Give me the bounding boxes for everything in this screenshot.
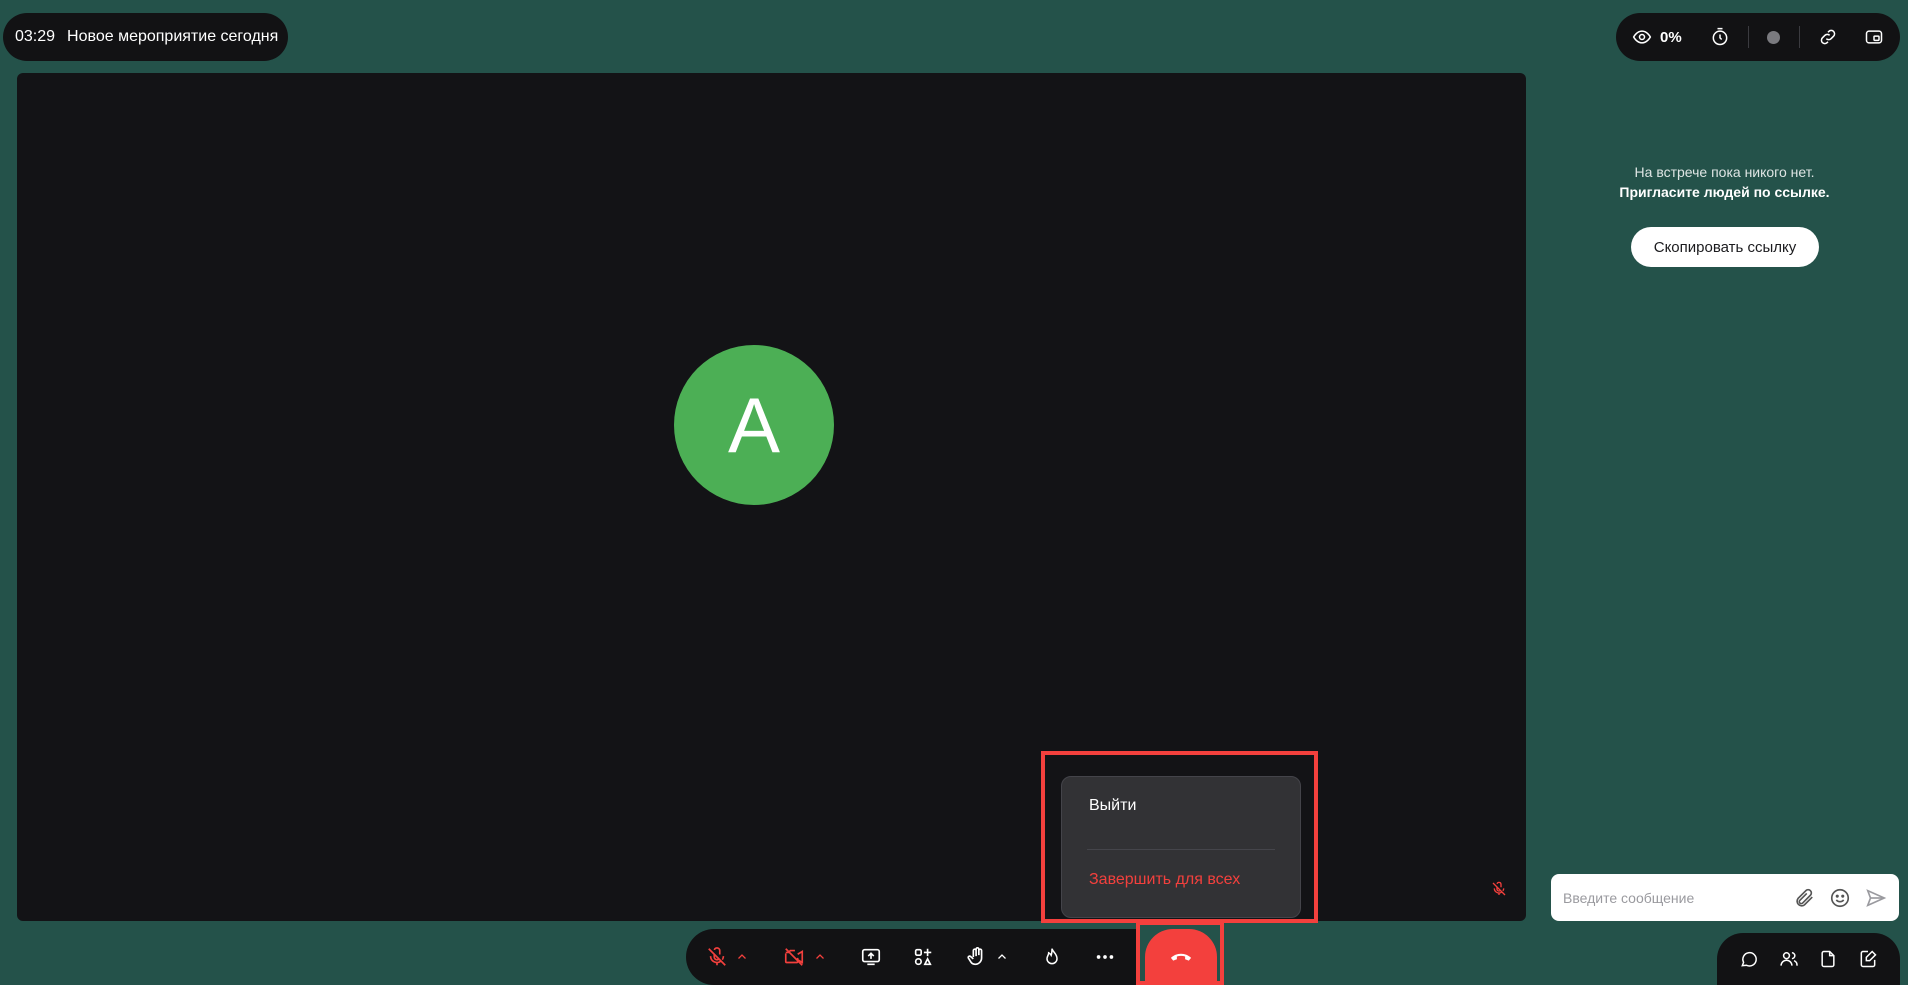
meeting-info-pill: 03:29 Новое мероприятие сегодня [3, 13, 288, 61]
participant-avatar: A [674, 345, 834, 505]
chevron-up-icon[interactable] [996, 951, 1008, 963]
camera-off-icon [782, 946, 806, 968]
more-button[interactable] [1094, 929, 1116, 985]
files-icon[interactable] [1818, 949, 1838, 969]
eye-icon[interactable] [1632, 26, 1652, 48]
chat-message-input[interactable] [1563, 889, 1779, 906]
raise-hand-icon [966, 946, 988, 968]
record-icon[interactable] [1766, 26, 1781, 48]
toolbar-divider [1799, 26, 1800, 48]
timer-icon[interactable] [1710, 26, 1730, 48]
leave-menu-exit[interactable]: Выйти [1089, 797, 1136, 815]
mic-toggle-button[interactable] [706, 929, 748, 985]
chat-input-box [1551, 874, 1899, 921]
raise-hand-button[interactable] [966, 929, 1008, 985]
send-icon[interactable] [1865, 887, 1887, 909]
elapsed-time: 03:29 [15, 28, 56, 45]
meeting-title[interactable]: Новое мероприятие сегодня [67, 28, 278, 46]
menu-divider [1087, 849, 1275, 850]
picture-in-picture-icon[interactable] [1864, 26, 1884, 48]
screen-share-icon [860, 946, 882, 968]
participants-icon[interactable] [1779, 949, 1799, 969]
side-panel-empty-state: На встрече пока никого нет. Пригласите л… [1552, 162, 1897, 202]
link-icon[interactable] [1818, 26, 1838, 48]
hangup-button[interactable] [1145, 929, 1217, 985]
screen-share-button[interactable] [860, 929, 882, 985]
notes-icon[interactable] [1858, 949, 1878, 969]
more-icon [1094, 946, 1116, 968]
avatar-letter: A [727, 380, 781, 469]
reactions-button[interactable] [1042, 929, 1062, 985]
hangup-icon [1170, 950, 1192, 964]
chat-icon[interactable] [1739, 949, 1759, 969]
emoji-icon[interactable] [1829, 887, 1851, 909]
leave-menu-end-for-all[interactable]: Завершить для всех [1089, 871, 1240, 889]
leave-menu: Выйти Завершить для всех [1061, 776, 1301, 918]
copy-link-button[interactable]: Скопировать ссылку [1631, 227, 1819, 267]
empty-state-line1: На встрече пока никого нет. [1634, 164, 1815, 180]
apps-icon [912, 946, 934, 968]
call-controls-bar [686, 929, 1136, 985]
top-right-toolbar: 0% [1616, 13, 1900, 61]
camera-toggle-button[interactable] [782, 929, 826, 985]
reactions-icon [1042, 946, 1062, 968]
panel-toggles [1717, 933, 1900, 985]
apps-button[interactable] [912, 929, 934, 985]
toolbar-divider [1747, 26, 1749, 48]
empty-state-line2: Пригласите людей по ссылке. [1619, 184, 1830, 200]
mic-off-icon [706, 946, 728, 968]
chevron-up-icon[interactable] [814, 951, 826, 963]
paperclip-icon[interactable] [1793, 887, 1815, 909]
viewers-percent: 0% [1660, 28, 1682, 46]
tile-mic-off-icon [1491, 881, 1507, 897]
chevron-up-icon[interactable] [736, 951, 748, 963]
